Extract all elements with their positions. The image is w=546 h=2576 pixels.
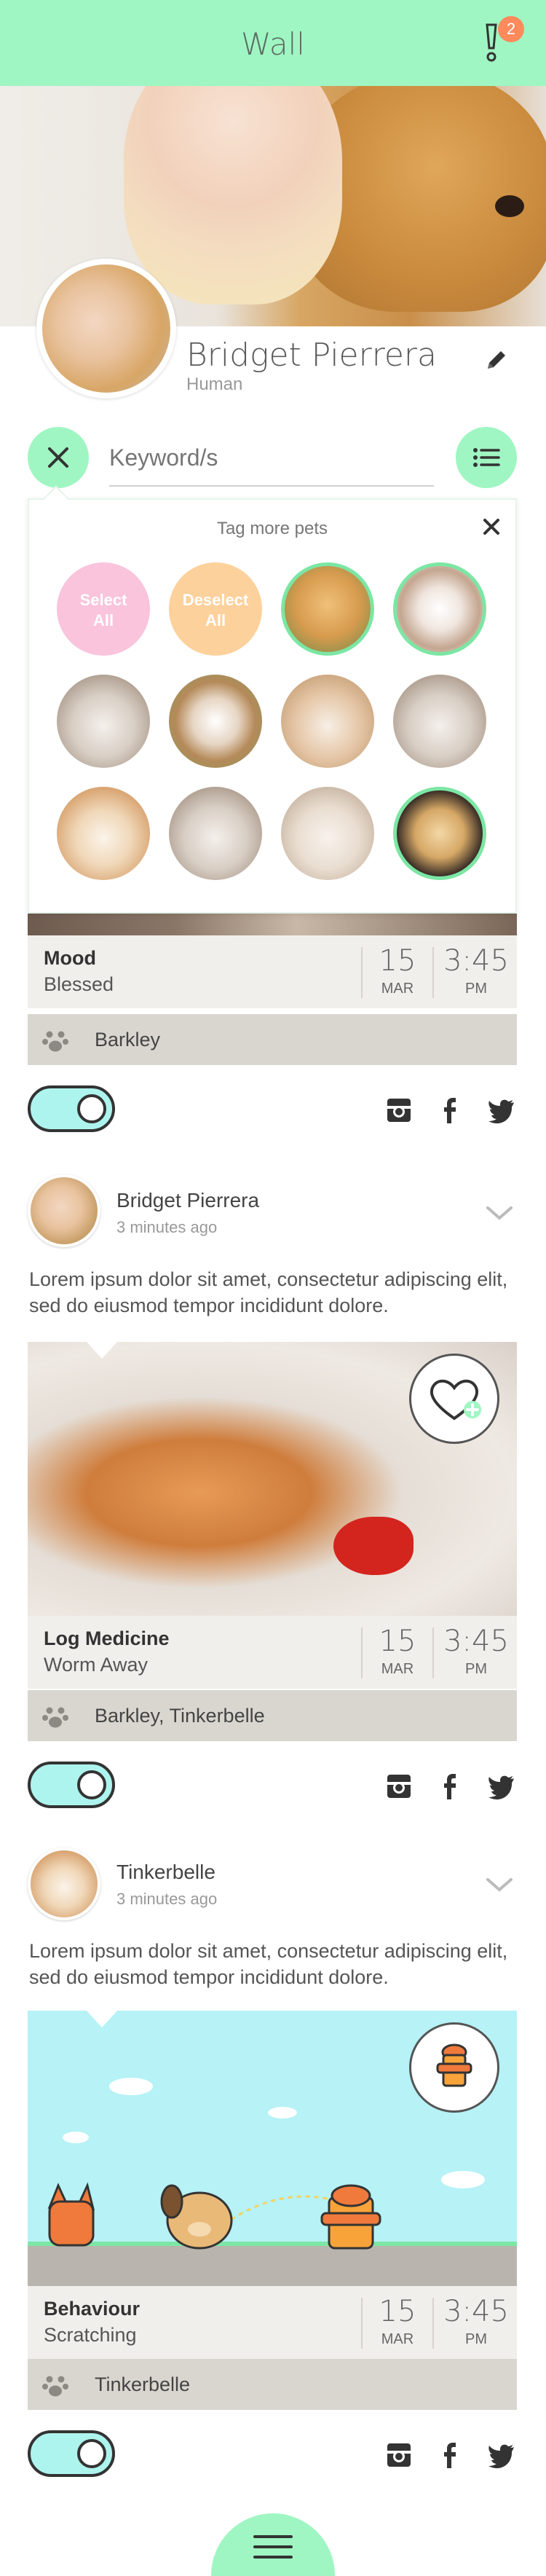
facebook-icon[interactable]	[435, 1096, 464, 1125]
post-toggle[interactable]	[28, 1762, 115, 1808]
pet-thumb[interactable]	[393, 562, 486, 656]
paw-icon	[42, 2376, 68, 2397]
tagged-pets-bar[interactable]: Barkley, Tinkerbelle	[28, 1690, 517, 1741]
profile-avatar[interactable]	[36, 259, 176, 398]
favorite-button[interactable]	[409, 1354, 499, 1444]
tag-pets-panel: Tag more pets Select All Deselect All	[28, 485, 517, 914]
twitter-icon[interactable]	[486, 2440, 515, 2470]
instagram-icon[interactable]	[384, 2440, 414, 2470]
pet-thumb[interactable]	[393, 675, 486, 768]
pet-thumb[interactable]	[169, 787, 262, 880]
post-timestamp: 3 minutes ago	[116, 1890, 218, 1908]
pet-thumb[interactable]	[393, 787, 486, 880]
pet-thumb[interactable]	[57, 787, 150, 880]
toy-mouse	[333, 1517, 414, 1575]
post-body: Lorem ipsum dolor sit amet, consectetur …	[29, 1268, 508, 1316]
paw-icon	[42, 1031, 68, 1052]
close-icon	[48, 447, 68, 468]
chevron-down-icon[interactable]	[485, 1205, 514, 1222]
edit-pencil-icon[interactable]	[483, 348, 508, 373]
tagged-pets-bar[interactable]: Tinkerbelle	[28, 2359, 517, 2410]
page-title: Wall	[241, 26, 305, 62]
pet-thumb[interactable]	[281, 675, 374, 768]
post-author-avatar[interactable]	[28, 1174, 100, 1247]
paw-icon	[42, 1707, 68, 1728]
search-underline	[109, 485, 434, 487]
list-view-button[interactable]	[456, 427, 517, 488]
hamburger-icon	[253, 2535, 293, 2566]
post-toggle[interactable]	[28, 1085, 115, 1132]
tagged-pets: Barkley	[95, 1029, 161, 1051]
post-info-bar: Behaviour Scratching 15 MAR 3:45 PM	[28, 2286, 517, 2359]
post-photo[interactable]	[28, 1342, 517, 1616]
profile-role: Human	[186, 374, 243, 394]
list-icon	[473, 448, 500, 467]
profile-name: Bridget Pierrera	[186, 337, 437, 374]
facebook-icon[interactable]	[435, 2440, 464, 2470]
notification-badge: 2	[498, 16, 524, 42]
post-timestamp: 3 minutes ago	[116, 1218, 218, 1236]
post-author-name[interactable]: Bridget Pierrera	[116, 1189, 259, 1212]
pet-thumb[interactable]	[281, 562, 374, 656]
tagged-pets: Barkley, Tinkerbelle	[95, 1705, 265, 1727]
post-illustration[interactable]	[28, 2011, 517, 2286]
facebook-icon[interactable]	[435, 1772, 464, 1801]
menu-button[interactable]	[211, 2513, 335, 2576]
twitter-icon[interactable]	[486, 1096, 515, 1125]
fire-hydrant-icon	[436, 2043, 472, 2087]
instagram-icon[interactable]	[384, 1096, 414, 1125]
post-toggle[interactable]	[28, 2430, 115, 2477]
post-author-avatar[interactable]	[28, 1847, 100, 1920]
post-info-bar: Mood Blessed 15 MAR 3:45 PM	[28, 935, 517, 1008]
tagged-pets: Tinkerbelle	[95, 2373, 191, 2395]
select-all-button[interactable]: Select All	[57, 562, 150, 656]
post-body: Lorem ipsum dolor sit amet, consectetur …	[29, 1940, 508, 1988]
post-author-name[interactable]: Tinkerbelle	[116, 1861, 215, 1884]
pet-thumb[interactable]	[169, 675, 262, 768]
close-search-button[interactable]	[28, 427, 89, 488]
post-info-bar: Log Medicine Worm Away 15 MAR 3:45 PM	[28, 1616, 517, 1689]
pet-thumb[interactable]	[281, 787, 374, 880]
tag-panel-title: Tag more pets	[216, 519, 328, 538]
instagram-icon[interactable]	[384, 1772, 414, 1801]
hydrant-badge[interactable]	[409, 2022, 499, 2113]
chevron-down-icon[interactable]	[485, 1877, 514, 1894]
tagged-pets-bar[interactable]: Barkley	[28, 1014, 517, 1065]
post-photo	[28, 914, 517, 935]
close-icon[interactable]	[479, 514, 504, 539]
heart-plus-icon	[430, 1379, 481, 1421]
keyword-search-input[interactable]	[109, 437, 434, 478]
twitter-icon[interactable]	[486, 1772, 515, 1801]
pet-thumb[interactable]	[57, 675, 150, 768]
app-header: Wall 2	[0, 0, 546, 86]
deselect-all-button[interactable]: Deselect All	[169, 562, 262, 656]
